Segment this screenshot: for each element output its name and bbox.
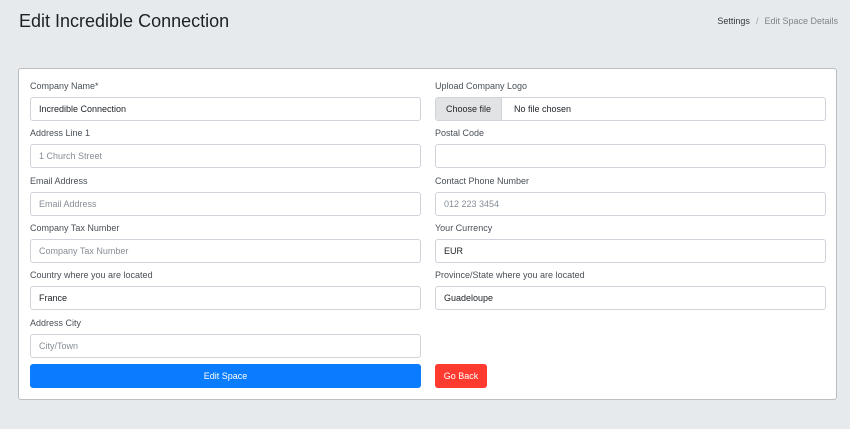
email-input[interactable]	[30, 192, 421, 216]
province-label: Province/State where you are located	[435, 270, 585, 280]
edit-space-button[interactable]: Edit Space	[30, 364, 421, 388]
company-name-label: Company Name*	[30, 81, 99, 91]
postal-code-group: Postal Code	[435, 128, 826, 168]
currency-value: EUR	[444, 246, 464, 256]
company-name-group: Company Name*	[30, 81, 421, 121]
currency-label: Your Currency	[435, 223, 493, 233]
country-group: Country where you are located France	[30, 270, 421, 310]
tax-number-input[interactable]	[30, 239, 421, 263]
phone-label: Contact Phone Number	[435, 176, 530, 186]
breadcrumb-separator: /	[755, 16, 759, 26]
tax-number-label: Company Tax Number	[30, 223, 120, 233]
go-back-button[interactable]: Go Back	[435, 364, 487, 388]
company-name-input[interactable]	[30, 97, 421, 121]
currency-group: Your Currency EUR	[435, 223, 826, 263]
page-title: Edit Incredible Connection	[19, 11, 230, 31]
file-status-text: No file chosen	[514, 104, 572, 114]
currency-select[interactable]: EUR	[435, 239, 826, 263]
city-group: Address City	[30, 318, 421, 358]
upload-logo-group: Upload Company Logo Choose file No file …	[435, 81, 826, 121]
province-value: Guadeloupe	[444, 293, 494, 303]
edit-space-form-card: Company Name* Upload Company Logo Choose…	[18, 68, 837, 400]
email-group: Email Address	[30, 176, 421, 216]
postal-code-input[interactable]	[435, 144, 826, 168]
country-value: France	[39, 293, 68, 303]
address-line1-group: Address Line 1	[30, 128, 421, 168]
email-label: Email Address	[30, 176, 88, 186]
phone-input[interactable]	[435, 192, 826, 216]
country-label: Country where you are located	[30, 270, 153, 280]
upload-logo-label: Upload Company Logo	[435, 81, 528, 91]
address-line1-input[interactable]	[30, 144, 421, 168]
postal-code-label: Postal Code	[435, 128, 485, 138]
province-select[interactable]: Guadeloupe	[435, 286, 826, 310]
breadcrumb-settings-link[interactable]: Settings	[717, 16, 750, 26]
city-label: Address City	[30, 318, 82, 328]
logo-file-input[interactable]: Choose file No file chosen	[435, 97, 826, 121]
breadcrumb: Settings / Edit Space Details	[717, 16, 838, 26]
choose-file-button[interactable]: Choose file	[436, 98, 503, 120]
province-group: Province/State where you are located Gua…	[435, 270, 826, 310]
address-line1-label: Address Line 1	[30, 128, 91, 138]
tax-number-group: Company Tax Number	[30, 223, 421, 263]
city-input[interactable]	[30, 334, 421, 358]
breadcrumb-current: Edit Space Details	[764, 16, 838, 26]
phone-group: Contact Phone Number	[435, 176, 826, 216]
country-select[interactable]: France	[30, 286, 421, 310]
